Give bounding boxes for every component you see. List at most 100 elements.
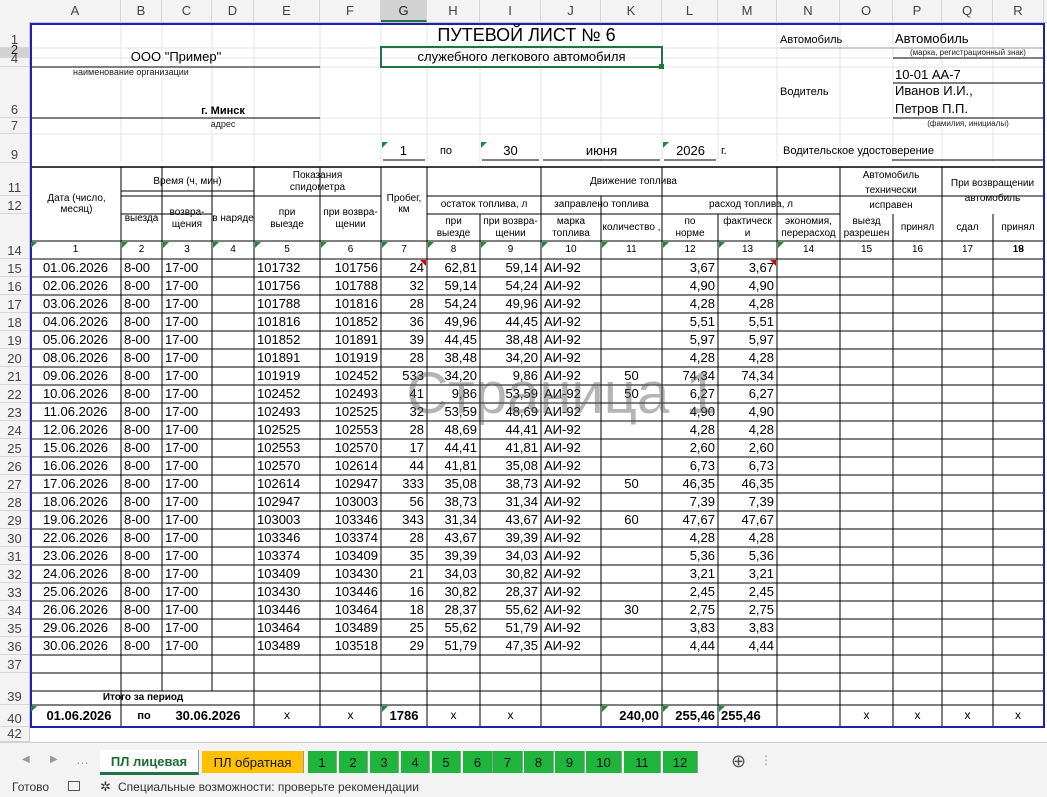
car-caption[interactable]: (марка, регистрационный знак) xyxy=(893,48,1043,58)
cell-r12-c4[interactable]: 102570 xyxy=(254,457,320,475)
cell-r6-c5[interactable]: 101919 xyxy=(320,349,381,367)
column-header-l[interactable]: L xyxy=(662,0,718,22)
sheet-tab-6[interactable]: 4 xyxy=(401,751,430,773)
column-header-p[interactable]: P xyxy=(893,0,942,22)
cell-r4-c5[interactable]: 101852 xyxy=(320,313,381,331)
cell-r18-c11[interactable]: 3,21 xyxy=(662,565,718,583)
row-header-22[interactable]: 22 xyxy=(0,385,29,403)
cell-r21-c10[interactable] xyxy=(601,619,662,637)
cell-r5-c8[interactable]: 38,48 xyxy=(480,331,541,349)
cell-r15-c2[interactable]: 8-00 xyxy=(121,511,162,529)
cell-r1-c12[interactable]: 3,67 xyxy=(718,259,777,277)
row-header-28[interactable]: 28 xyxy=(0,493,29,511)
col-num-8[interactable]: 8 xyxy=(427,241,480,259)
cell-r12-c10[interactable] xyxy=(601,457,662,475)
cell-r2-c5[interactable]: 101788 xyxy=(320,277,381,295)
cell-r3-c2[interactable]: 8-00 xyxy=(121,295,162,313)
waybill-subtitle[interactable]: служебного легкового автомобиля xyxy=(381,48,662,67)
total-to[interactable]: 30.06.2026 xyxy=(162,705,254,727)
total-label[interactable]: Итого за период xyxy=(32,691,254,705)
cell-r16-c7[interactable]: 43,67 xyxy=(427,529,480,547)
sheet-tab-5[interactable]: 3 xyxy=(370,751,399,773)
cell-r2-c1[interactable]: 02.06.2026 xyxy=(30,277,121,295)
cell-r6-c9[interactable]: АИ-92 xyxy=(541,349,601,367)
row-header-14[interactable]: 14 xyxy=(0,214,29,259)
cell-r1-c7[interactable]: 62,81 xyxy=(427,259,480,277)
row-header-36[interactable]: 36 xyxy=(0,637,29,655)
cell-r12-c2[interactable]: 8-00 xyxy=(121,457,162,475)
cell-r9-c6[interactable]: 32 xyxy=(381,403,427,421)
cell-r20-c8[interactable]: 55,62 xyxy=(480,601,541,619)
cell-r4-c11[interactable]: 5,51 xyxy=(662,313,718,331)
cell-r19-c2[interactable]: 8-00 xyxy=(121,583,162,601)
cell-r16-c1[interactable]: 22.06.2026 xyxy=(30,529,121,547)
cell-r11-c2[interactable]: 8-00 xyxy=(121,439,162,457)
cell-r16-c8[interactable]: 39,39 xyxy=(480,529,541,547)
h-odo-out[interactable]: при выезде xyxy=(254,196,320,241)
driver-2[interactable]: Петров П.П. xyxy=(892,100,1043,118)
cell-r20-c6[interactable]: 18 xyxy=(381,601,427,619)
cell-r19-c6[interactable]: 16 xyxy=(381,583,427,601)
cell-r2-c3[interactable]: 17-00 xyxy=(162,277,212,295)
cell-r20-c10[interactable]: 30 xyxy=(601,601,662,619)
row-header-15[interactable]: 15 xyxy=(0,259,29,277)
cell-r14-c1[interactable]: 18.06.2026 xyxy=(30,493,121,511)
col-num-1[interactable]: 1 xyxy=(30,241,121,259)
add-sheet-icon[interactable]: ⊕ xyxy=(731,751,746,772)
cell-r14-c11[interactable]: 7,39 xyxy=(662,493,718,511)
cell-r2-c6[interactable]: 32 xyxy=(381,277,427,295)
cell-r13-c1[interactable]: 17.06.2026 xyxy=(30,475,121,493)
scroll-right-icon[interactable]: ▶ xyxy=(50,754,58,765)
cell-r10-c10[interactable] xyxy=(601,421,662,439)
column-header-f[interactable]: F xyxy=(320,0,381,22)
h-run[interactable]: Пробег, км xyxy=(381,167,427,241)
total-to-word[interactable]: по xyxy=(126,705,162,727)
date-month[interactable]: июня xyxy=(541,143,662,160)
col-num-9[interactable]: 9 xyxy=(480,241,541,259)
cell-r8-c9[interactable]: АИ-92 xyxy=(541,385,601,403)
cell-r13-c8[interactable]: 38,73 xyxy=(480,475,541,493)
cell-r3-c8[interactable]: 49,96 xyxy=(480,295,541,313)
col-num-11[interactable]: 11 xyxy=(601,241,662,259)
h-qty[interactable]: количество , xyxy=(601,214,662,241)
cell-r3-c11[interactable]: 4,28 xyxy=(662,295,718,313)
sheet-tab-11[interactable]: 9 xyxy=(555,751,585,773)
cell-r20-c9[interactable]: АИ-92 xyxy=(541,601,601,619)
cell-r12-c7[interactable]: 41,81 xyxy=(427,457,480,475)
cell-r9-c12[interactable]: 4,90 xyxy=(718,403,777,421)
cell-r13-c11[interactable]: 46,35 xyxy=(662,475,718,493)
status-accessibility[interactable]: Специальные возможности: проверьте реком… xyxy=(118,780,419,794)
cell-r5-c10[interactable] xyxy=(601,331,662,349)
car-label[interactable]: Автомобиль xyxy=(777,32,893,48)
cell-r10-c1[interactable]: 12.06.2026 xyxy=(30,421,121,439)
cell-r2-c4[interactable]: 101756 xyxy=(254,277,320,295)
cell-r20-c4[interactable]: 103446 xyxy=(254,601,320,619)
cell-r19-c4[interactable]: 103430 xyxy=(254,583,320,601)
row-header-11[interactable]: 11 xyxy=(0,163,29,196)
cell-r1-c4[interactable]: 101732 xyxy=(254,259,320,277)
cell-r20-c2[interactable]: 8-00 xyxy=(121,601,162,619)
row-header-18[interactable]: 18 xyxy=(0,313,29,331)
cell-r7-c3[interactable]: 17-00 xyxy=(162,367,212,385)
total-x-ret-gave[interactable]: x xyxy=(942,705,993,727)
row-header-39[interactable]: 39 xyxy=(0,673,29,705)
cell-r13-c3[interactable]: 17-00 xyxy=(162,475,212,493)
cell-r10-c12[interactable]: 4,28 xyxy=(718,421,777,439)
total-x-odo-ret[interactable]: x xyxy=(320,705,381,727)
h-cons[interactable]: расход топлива, л xyxy=(662,196,840,214)
cell-r7-c12[interactable]: 74,34 xyxy=(718,367,777,385)
cell-r1-c3[interactable]: 17-00 xyxy=(162,259,212,277)
cell-r7-c4[interactable]: 101919 xyxy=(254,367,320,385)
cell-r19-c1[interactable]: 25.06.2026 xyxy=(30,583,121,601)
cell-r9-c10[interactable] xyxy=(601,403,662,421)
cell-r15-c11[interactable]: 47,67 xyxy=(662,511,718,529)
cell-r20-c1[interactable]: 26.06.2026 xyxy=(30,601,121,619)
row-header-40[interactable]: 40 xyxy=(0,705,29,727)
h-odo[interactable]: Показания спидометра xyxy=(254,167,381,196)
cell-r11-c11[interactable]: 2,60 xyxy=(662,439,718,457)
cell-r5-c9[interactable]: АИ-92 xyxy=(541,331,601,349)
col-num-13[interactable]: 13 xyxy=(718,241,777,259)
cell-r13-c9[interactable]: АИ-92 xyxy=(541,475,601,493)
cell-r16-c2[interactable]: 8-00 xyxy=(121,529,162,547)
cell-r9-c3[interactable]: 17-00 xyxy=(162,403,212,421)
